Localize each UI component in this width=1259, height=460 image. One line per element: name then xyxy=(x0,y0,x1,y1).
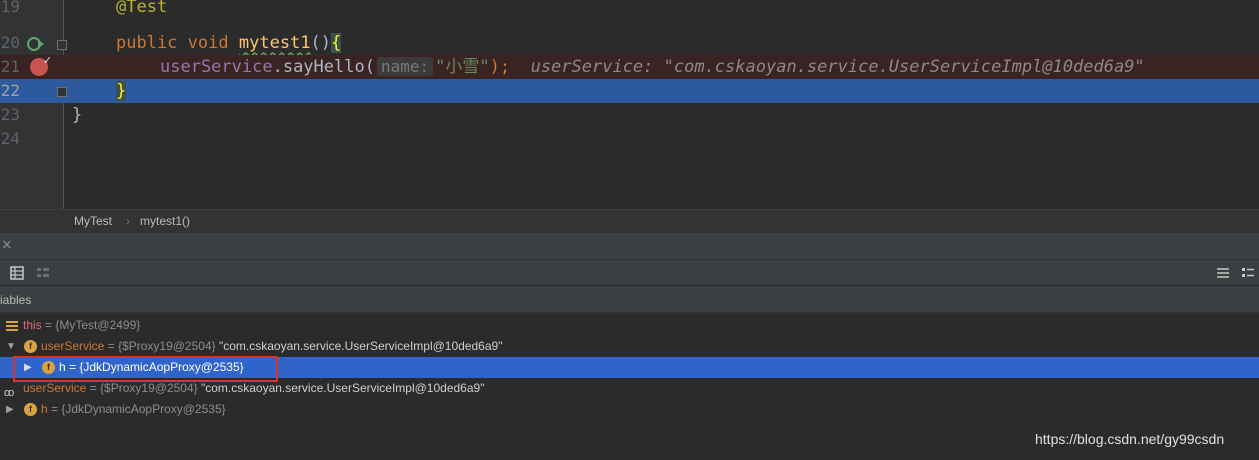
variable-label: this = {MyTest@2499} xyxy=(23,315,140,336)
table-view-icon[interactable] xyxy=(10,266,24,280)
red-highlight-box xyxy=(13,356,278,382)
breadcrumb-item-method[interactable]: mytest1() xyxy=(140,214,190,228)
class-close-token: } xyxy=(72,105,83,125)
keyword-token: void xyxy=(187,33,229,53)
debug-toolbar xyxy=(0,259,1259,286)
breadcrumb: MyTest › mytest1() xyxy=(0,209,1259,233)
breadcrumb-item-class[interactable]: MyTest xyxy=(74,214,112,228)
breadcrumb-separator: › xyxy=(126,214,130,228)
code-line-23[interactable]: 23 } xyxy=(0,103,1259,127)
collapse-arrow-icon[interactable]: ▼ xyxy=(6,336,16,357)
breakpoint-icon[interactable]: ✓ xyxy=(30,54,52,76)
close-brace-token: } xyxy=(116,81,127,101)
run-test-icon[interactable] xyxy=(26,36,44,52)
code-line-22[interactable]: 22 } xyxy=(0,79,1259,103)
variable-label: userService = {$Proxy19@2504} "com.cskao… xyxy=(41,336,502,357)
parens-token: () xyxy=(310,33,332,53)
layout-icon[interactable] xyxy=(36,266,50,280)
close-icon[interactable]: × xyxy=(1,237,13,253)
variables-panel-header: iables xyxy=(0,286,1259,313)
field-icon: f xyxy=(24,403,37,416)
variable-value: = {MyTest@2499} xyxy=(41,318,141,332)
line-number: 23 xyxy=(0,105,20,124)
variable-name: h xyxy=(41,402,48,416)
field-icon: f xyxy=(24,340,37,353)
code-editor[interactable]: 19 @Test 20 public void mytest1(){ 21 us… xyxy=(0,0,1259,209)
field-token: userService xyxy=(160,57,273,77)
parameter-hint: name: xyxy=(376,57,434,76)
fold-icon[interactable] xyxy=(57,40,67,50)
variable-string: "com.cskaoyan.service.UserServiceImpl@10… xyxy=(218,339,503,353)
line-number: 20 xyxy=(0,33,20,52)
stack-frame-icon xyxy=(6,321,18,332)
variable-label: h = {JdkDynamicAopProxy@2535} xyxy=(41,399,226,420)
code-line-19[interactable]: 19 @Test xyxy=(0,0,1259,19)
code-line-24[interactable]: 24 xyxy=(0,127,1259,151)
method-name-token: mytest1 xyxy=(238,33,311,53)
code-line-21[interactable]: 21 userService.sayHello(name: "小雪"); user… xyxy=(0,55,1259,79)
list-view-icon[interactable] xyxy=(1216,266,1230,280)
code-text: } xyxy=(116,79,127,103)
line-number: 24 xyxy=(0,129,20,148)
variable-string: "com.cskaoyan.service.UserServiceImpl@10… xyxy=(200,381,485,395)
line-number: 21 xyxy=(0,57,20,76)
fold-icon[interactable] xyxy=(57,87,67,97)
watermark: https://blog.csdn.net/gy99csdn xyxy=(1035,431,1225,447)
code-text: @Test xyxy=(116,0,167,19)
open-brace-token: { xyxy=(331,33,342,53)
variable-value: = {$Proxy19@2504} xyxy=(86,381,201,395)
debug-tool-window-header: × xyxy=(0,233,1259,259)
variable-name: userService xyxy=(23,381,87,395)
call-token: .sayHello( xyxy=(272,57,375,77)
variables-title: iables xyxy=(0,293,32,307)
code-text: public void mytest1(){ xyxy=(116,31,342,55)
variable-value: = {$Proxy19@2504} xyxy=(104,339,219,353)
annotation-token: @Test xyxy=(116,0,168,17)
keyword-token: public xyxy=(116,33,178,53)
variable-name: this xyxy=(23,318,42,332)
line-number: 22 xyxy=(0,81,20,100)
variable-row-h[interactable]: ▶ f h = {JdkDynamicAopProxy@2535} xyxy=(0,399,1259,420)
expand-arrow-icon[interactable]: ▶ xyxy=(6,399,14,420)
details-view-icon[interactable] xyxy=(1241,266,1255,280)
variable-row-userservice[interactable]: ▼ f userService = {$Proxy19@2504} "com.c… xyxy=(0,336,1259,357)
line-number: 19 xyxy=(0,0,20,16)
code-text: } xyxy=(72,103,82,127)
variable-value: = {JdkDynamicAopProxy@2535} xyxy=(47,402,226,416)
inline-debug-value: userService: "com.cskaoyan.service.UserS… xyxy=(530,57,1145,77)
string-token: "小雪" xyxy=(435,57,490,77)
variable-row-this[interactable]: this = {MyTest@2499} xyxy=(0,315,1259,336)
variable-name: userService xyxy=(41,339,105,353)
code-text: userService.sayHello(name: "小雪"); userSer… xyxy=(160,55,1145,79)
code-line-20[interactable]: 20 public void mytest1(){ xyxy=(0,31,1259,55)
close-call-token: ); xyxy=(489,57,511,77)
